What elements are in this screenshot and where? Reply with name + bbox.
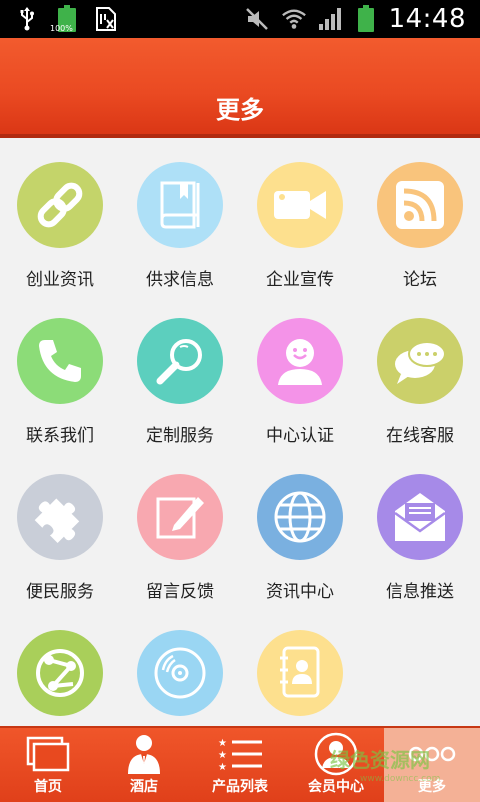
grid-item-label: 创业资讯 [26, 270, 94, 290]
grid-item-label: 留言反馈 [146, 582, 214, 602]
tab-label: 首页 [34, 779, 62, 795]
disc-icon [137, 630, 223, 716]
tab-hotel[interactable]: 酒店 [96, 728, 192, 802]
list-icon: ★ ★ ★ [192, 734, 288, 774]
grid-item-news-center[interactable]: 资讯中心 [240, 452, 360, 602]
grid-item-certification[interactable]: 中心认证 [240, 296, 360, 446]
rss-icon [377, 162, 463, 248]
grid-item-label: 资讯中心 [266, 582, 334, 602]
grid-item-label: 论坛 [403, 270, 437, 290]
tab-label: 产品列表 [212, 779, 268, 795]
grid-item-forum[interactable]: 论坛 [360, 140, 480, 290]
grid-item-startup-news[interactable]: 创业资讯 [0, 140, 120, 290]
svg-text:★: ★ [218, 750, 227, 761]
globe-icon [257, 474, 343, 560]
tab-home[interactable]: 首页 [0, 728, 96, 802]
grid-item-custom-service[interactable]: 定制服务 [120, 296, 240, 446]
mute-icon [245, 6, 271, 32]
contacts-icon [257, 630, 343, 716]
grid-item-label: 联系我们 [26, 426, 94, 446]
video-camera-icon [257, 162, 343, 248]
status-bar: 100% 14:48 [0, 0, 480, 38]
grid-item-label: 定制服务 [146, 426, 214, 446]
grid-item-push-info[interactable]: 信息推送 [360, 452, 480, 602]
tab-label: 酒店 [130, 779, 158, 795]
grid-item-label: 供求信息 [146, 270, 214, 290]
page-title: 更多 [216, 96, 264, 124]
grid-item-label: 企业宣传 [266, 270, 334, 290]
home-icon [0, 734, 96, 774]
svg-text:★: ★ [218, 762, 227, 772]
edit-icon [137, 474, 223, 560]
wifi-icon [281, 6, 307, 32]
mail-icon [377, 474, 463, 560]
watermark: 绿色资源网 [330, 748, 430, 772]
sim-icon [94, 6, 120, 32]
grid-item-promotion[interactable]: 企业宣传 [240, 140, 360, 290]
usb-icon [14, 6, 40, 32]
magnifier-icon [137, 318, 223, 404]
link-icon [17, 162, 103, 248]
tab-product-list[interactable]: ★ ★ ★ 产品列表 [192, 728, 288, 802]
chat-icon [377, 318, 463, 404]
grid-item-convenience[interactable]: 便民服务 [0, 452, 120, 602]
grid-item-label: 中心认证 [266, 426, 334, 446]
battery-level: 100% [50, 24, 73, 33]
grid-item-label: 在线客服 [386, 426, 454, 446]
grid-item-online-support[interactable]: 在线客服 [360, 296, 480, 446]
grid-item-contact-us[interactable]: 联系我们 [0, 296, 120, 446]
person-icon [96, 734, 192, 774]
battery-icon [353, 5, 379, 32]
clock: 14:48 [388, 4, 466, 34]
grid-item-feedback[interactable]: 留言反馈 [120, 452, 240, 602]
grid-item-label: 信息推送 [386, 582, 454, 602]
header-bar: 更多 [0, 38, 480, 138]
grid-item-label: 便民服务 [26, 582, 94, 602]
puzzle-icon [17, 474, 103, 560]
signal-icon [317, 6, 343, 32]
phone-icon [17, 318, 103, 404]
book-icon [137, 162, 223, 248]
svg-text:★: ★ [218, 738, 227, 749]
grid-item-supply-demand[interactable]: 供求信息 [120, 140, 240, 290]
watermark-url: www.downcc.com [360, 774, 441, 784]
network-icon [17, 630, 103, 716]
user-icon [257, 318, 343, 404]
